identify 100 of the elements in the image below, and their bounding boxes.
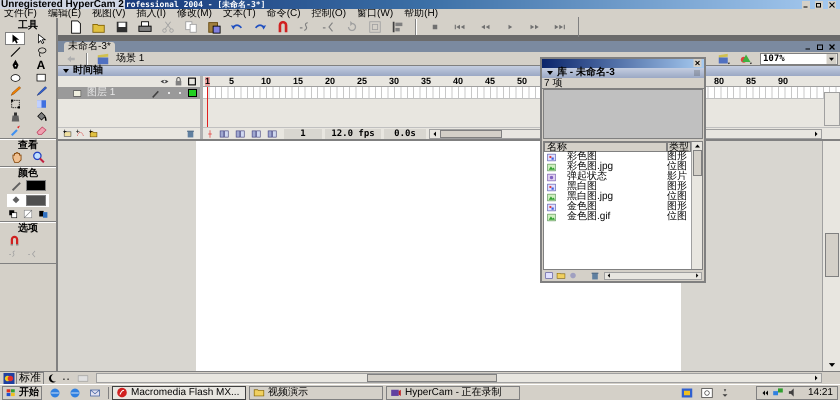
item-name[interactable]: 弹起状态 xyxy=(567,172,667,182)
item-type: 位图 xyxy=(667,162,688,172)
document-tab[interactable]: 未命名-3* xyxy=(64,42,115,52)
item-name[interactable]: 彩色图.jpg xyxy=(567,162,667,172)
default-colors-icon[interactable] xyxy=(7,209,19,219)
trash-icon[interactable] xyxy=(185,129,196,138)
tool-button[interactable] xyxy=(5,32,25,45)
scene-label: 场景 1 xyxy=(116,52,144,64)
frame-number: 30 xyxy=(389,76,400,86)
expand-tray-icon[interactable] xyxy=(760,388,769,396)
menu-item[interactable]: 文本(T) xyxy=(222,9,256,18)
close-icon[interactable] xyxy=(828,42,836,50)
hand-icon[interactable] xyxy=(10,151,24,164)
free-transform-icon xyxy=(8,98,22,110)
pencil-icon xyxy=(10,180,22,191)
lock-icon xyxy=(174,77,183,86)
rectangle-icon xyxy=(34,72,48,84)
magnet-icon[interactable] xyxy=(8,235,21,247)
no-color-icon[interactable] xyxy=(22,209,34,219)
close-icon[interactable] xyxy=(826,0,838,8)
copy-icon xyxy=(184,20,198,34)
gradient-transform-icon xyxy=(34,98,48,110)
help-icon[interactable] xyxy=(700,386,714,398)
scroll-thumb[interactable] xyxy=(824,233,838,277)
swap-colors-icon[interactable] xyxy=(37,209,49,219)
clapperboard-icon xyxy=(96,52,110,64)
pencil-icon xyxy=(8,84,22,96)
edit-multiple-frames-icon[interactable] xyxy=(250,128,263,138)
vertical-scrollbar[interactable] xyxy=(824,92,840,126)
line-icon xyxy=(8,46,22,58)
frame-number: 35 xyxy=(421,76,432,86)
vertical-scrollbar[interactable] xyxy=(691,142,702,269)
zoom-dropdown[interactable]: 107% xyxy=(760,52,838,64)
menu-item[interactable]: 窗口(W) xyxy=(357,9,394,18)
panel-title: 库 - 未命名-3 xyxy=(557,68,615,78)
toolbar-logo-icon xyxy=(2,372,16,384)
start-button[interactable]: 开始 xyxy=(2,386,42,400)
add-layer-icon[interactable] xyxy=(61,129,73,138)
item-name[interactable]: 金色图 xyxy=(567,202,667,212)
frame-number: 20 xyxy=(325,76,336,86)
graphic-symbol-icon xyxy=(546,152,557,162)
horizontal-scrollbar[interactable] xyxy=(604,272,702,280)
taskbar-button[interactable]: Macromedia Flash MX... xyxy=(112,386,246,400)
add-guide-layer-icon[interactable] xyxy=(74,129,86,138)
collapse-triangle-icon[interactable] xyxy=(62,67,70,75)
center-frame-icon[interactable] xyxy=(205,128,215,138)
mail-icon[interactable] xyxy=(88,386,102,398)
frame-number: 5 xyxy=(229,76,234,86)
add-folder-icon[interactable] xyxy=(87,129,99,138)
scroll-thumb[interactable] xyxy=(440,130,502,138)
edit-symbol-icon[interactable] xyxy=(738,52,754,64)
graphic-symbol-icon xyxy=(546,182,557,192)
clock: 14:21 xyxy=(808,388,833,398)
browser-icon[interactable] xyxy=(68,386,82,398)
onion-markers-icon[interactable] xyxy=(266,128,279,138)
scroll-right-icon xyxy=(693,272,701,279)
playhead-line xyxy=(207,87,208,127)
input-mode-button[interactable]: 标准 xyxy=(16,372,44,384)
panel-heading: 颜色 xyxy=(18,168,38,179)
toolbar-button[interactable] xyxy=(137,18,153,34)
pencil-icon xyxy=(151,88,160,98)
input-method-icon[interactable] xyxy=(680,386,694,398)
restore-icon[interactable] xyxy=(816,42,824,50)
column-header[interactable]: 名称 xyxy=(544,142,667,152)
close-icon[interactable] xyxy=(693,59,702,67)
new-symbol-icon[interactable] xyxy=(544,271,554,280)
item-name[interactable]: 黑白图 xyxy=(567,182,667,192)
scroll-thumb[interactable] xyxy=(367,374,497,382)
edit-scene-icon[interactable] xyxy=(716,52,732,64)
stroke-color-swatch[interactable] xyxy=(26,180,46,191)
collapse-triangle-icon[interactable] xyxy=(546,69,554,77)
fill-color-swatch[interactable] xyxy=(26,195,46,206)
tool-button[interactable]: A xyxy=(31,58,51,71)
taskbar-button[interactable]: 视频演示 xyxy=(249,386,383,400)
item-name[interactable]: 黑白图.jpg xyxy=(567,192,667,202)
item-type: 图形 xyxy=(667,202,688,212)
onion-skin-icon[interactable] xyxy=(218,128,231,138)
camera-icon xyxy=(390,387,402,398)
movie-clip-icon xyxy=(546,172,557,182)
frame-number: 90 xyxy=(778,76,788,86)
restore-icon[interactable] xyxy=(813,0,825,8)
moon-icon[interactable] xyxy=(46,372,58,384)
taskbar-button[interactable]: HyperCam - 正在录制 xyxy=(386,386,520,400)
scroll-thumb[interactable] xyxy=(692,150,702,176)
minimize-icon[interactable] xyxy=(800,0,812,8)
toolbar-button[interactable] xyxy=(68,18,84,34)
zoom-icon[interactable] xyxy=(32,151,46,164)
item-name[interactable]: 金色图.gif xyxy=(567,212,667,222)
menu-item[interactable]: 修改(M) xyxy=(176,9,212,18)
menu-item[interactable]: 命令(C) xyxy=(266,9,301,18)
onion-outline-icon[interactable] xyxy=(234,128,247,138)
item-type: 位图 xyxy=(667,212,688,222)
vertical-scrollbar[interactable] xyxy=(822,141,840,371)
bitmap-icon xyxy=(546,212,557,222)
item-name[interactable]: 彩色图 xyxy=(567,152,667,162)
horizontal-scrollbar[interactable] xyxy=(96,373,822,383)
trash-icon[interactable] xyxy=(590,271,600,280)
paint-bucket-icon xyxy=(34,110,48,122)
item-type: 图形 xyxy=(667,152,687,162)
scale-icon xyxy=(368,20,382,34)
